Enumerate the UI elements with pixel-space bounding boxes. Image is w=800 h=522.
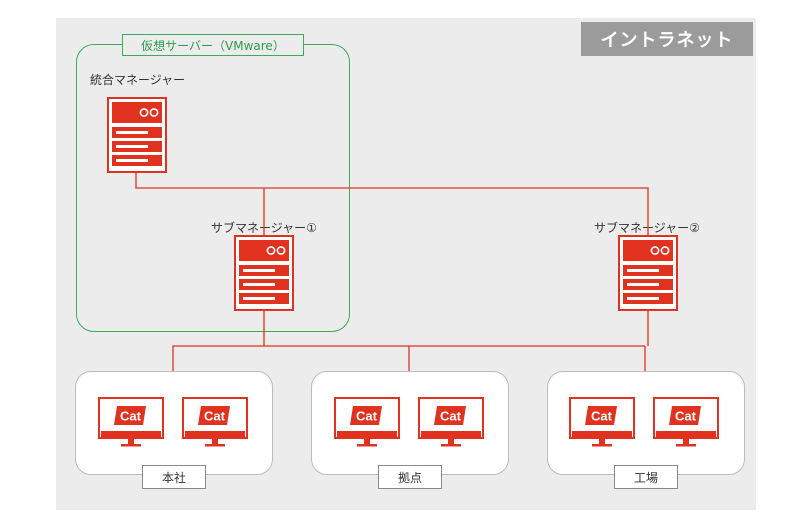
- monitor-icon: Cat: [98, 397, 164, 447]
- cat-logo-text: Cat: [356, 409, 378, 424]
- connection-lines: [135, 172, 649, 371]
- cat-logo-text: Cat: [440, 409, 462, 424]
- server-icon: [234, 235, 294, 311]
- monitor-icon: Cat: [569, 397, 635, 447]
- cat-logo-text: Cat: [591, 409, 613, 424]
- network-diagram: イントラネット 仮想サーバー（VMware） 統合マネージャー サブマネージャー…: [0, 0, 800, 522]
- main-to-sub2-line: [135, 172, 649, 235]
- server-icon: [107, 97, 167, 173]
- monitor-icon: Cat: [182, 397, 248, 447]
- cat-logo-text: Cat: [675, 409, 697, 424]
- site-label-kyoten: 拠点: [378, 465, 442, 489]
- diagram-graphics: Cat Cat Cat Cat Cat Cat: [98, 97, 719, 447]
- monitor-icon: Cat: [653, 397, 719, 447]
- cat-logo-text: Cat: [120, 409, 142, 424]
- monitor-icon: Cat: [334, 397, 400, 447]
- monitor-icon: Cat: [418, 397, 484, 447]
- site-label-kojo: 工場: [614, 465, 678, 489]
- site-label-honsha: 本社: [142, 465, 206, 489]
- cat-logo-text: Cat: [204, 409, 226, 424]
- server-icon: [618, 235, 678, 311]
